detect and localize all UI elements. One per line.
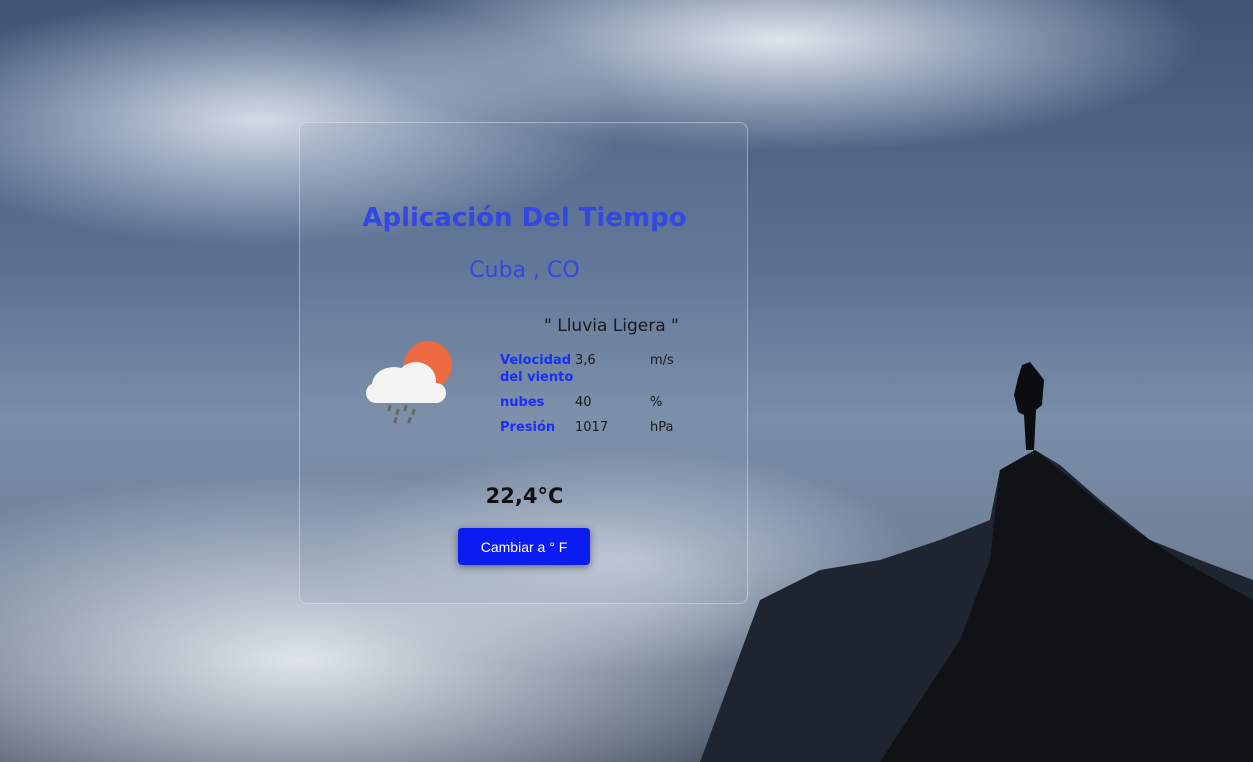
location-label: Cuba , CO	[469, 258, 580, 283]
cloud-sun-rain-icon	[366, 341, 452, 424]
app-title: Aplicación Del Tiempo	[362, 203, 687, 233]
wind-unit: m/s	[650, 353, 674, 368]
detail-row-wind: Velocidad del viento 3,6 m/s	[500, 352, 700, 386]
detail-row-pressure: Presión 1017 hPa	[500, 419, 700, 436]
pressure-label: Presión	[500, 420, 556, 435]
clouds-unit: %	[650, 395, 663, 410]
clouds-label: nubes	[500, 395, 545, 410]
temperature-value: 22,4°C	[485, 484, 564, 508]
wind-value: 3,6	[575, 353, 596, 368]
toggle-unit-button[interactable]: Cambiar a ° F	[458, 528, 590, 565]
weather-card: Aplicación Del Tiempo Cuba , CO " Lluvia…	[299, 122, 748, 604]
clouds-value: 40	[575, 395, 592, 410]
pressure-value: 1017	[575, 420, 609, 435]
weather-details: Velocidad del viento 3,6 m/s nubes 40 % …	[500, 352, 700, 444]
weather-description: " Lluvia Ligera "	[544, 316, 679, 336]
pressure-unit: hPa	[650, 420, 674, 435]
detail-row-clouds: nubes 40 %	[500, 394, 700, 411]
wind-label: Velocidad del viento	[500, 353, 574, 385]
